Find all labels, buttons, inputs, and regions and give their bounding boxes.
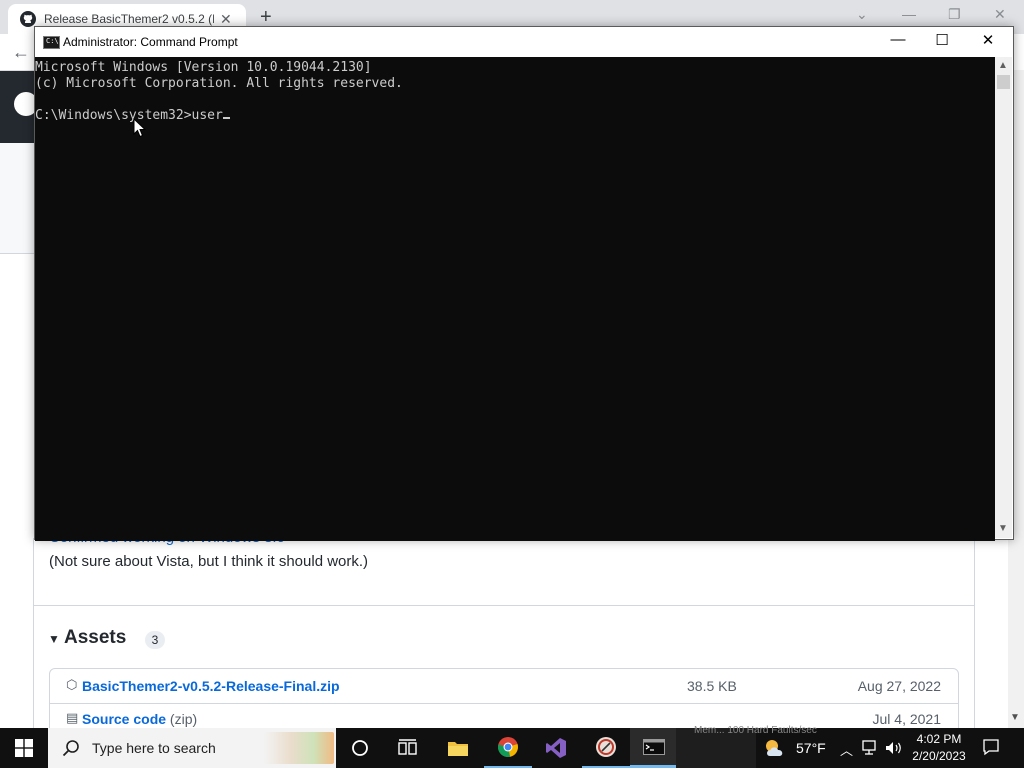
- page-scroll-down-icon[interactable]: ▼: [1010, 712, 1020, 723]
- console-output[interactable]: Microsoft Windows [Version 10.0.19044.21…: [35, 57, 995, 541]
- start-button[interactable]: [0, 728, 48, 768]
- file-explorer-button[interactable]: [434, 728, 482, 768]
- task-view-button[interactable]: [384, 728, 432, 768]
- task-view-icon: [398, 739, 417, 755]
- command-prompt-taskbar-button[interactable]: [630, 728, 678, 768]
- asset-row-divider: [49, 703, 958, 704]
- browser-close-button[interactable]: ✕: [994, 6, 1006, 23]
- text-cursor: [222, 117, 230, 119]
- clock-time: 4:02 PM: [916, 732, 962, 746]
- github-icon: [20, 11, 36, 27]
- command-prompt-window[interactable]: C:\ Administrator: Command Prompt — ☐ ✕ …: [34, 26, 1014, 541]
- cortana-button[interactable]: [336, 728, 384, 768]
- weather-widget[interactable]: 57°F: [762, 728, 826, 768]
- tab-title: Release BasicThemer2 v0.5.2 (Fin: [44, 12, 214, 26]
- assets-count-badge: 3: [145, 631, 165, 649]
- notification-icon[interactable]: [982, 738, 1000, 756]
- cmd-close-button[interactable]: ✕: [965, 31, 1011, 53]
- cmd-scroll-thumb[interactable]: [997, 75, 1010, 89]
- back-arrow-icon[interactable]: ←: [12, 42, 30, 63]
- taskbar-search-box[interactable]: Type here to search: [48, 728, 336, 768]
- clock-date: 2/20/2023: [912, 749, 966, 763]
- cmd-scrollbar[interactable]: [995, 57, 1012, 538]
- asset-link[interactable]: Source code (zip): [82, 711, 197, 727]
- vista-note: (Not sure about Vista, but I think it sh…: [49, 553, 369, 570]
- windows-logo-icon: [15, 739, 33, 757]
- cmd-maximize-button[interactable]: ☐: [919, 31, 965, 53]
- console-line: Microsoft Windows [Version 10.0.19044.21…: [35, 60, 372, 75]
- chrome-icon: [497, 737, 518, 758]
- partly-cloudy-icon: [766, 740, 783, 756]
- tab-close-icon[interactable]: ✕: [220, 11, 232, 28]
- console-line: (c) Microsoft Corporation. All rights re…: [35, 76, 403, 91]
- cortana-circle-icon: [352, 740, 368, 756]
- chevron-up-icon[interactable]: ︿: [840, 740, 853, 759]
- asset-date: Aug 27, 2022: [857, 678, 941, 694]
- search-highlight-illustration: [264, 732, 334, 764]
- weather-temperature: 57°F: [796, 740, 826, 756]
- asset-link[interactable]: BasicThemer2-v0.5.2-Release-Final.zip: [82, 678, 340, 694]
- mouse-pointer-icon: [133, 118, 147, 138]
- visual-studio-button[interactable]: [532, 728, 580, 768]
- taskbar: Type here to search Mem... 100 Hard Faul…: [0, 725, 1024, 768]
- console-prompt-line[interactable]: C:\Windows\system32>user: [35, 108, 995, 124]
- page-header-band: [0, 143, 34, 254]
- search-placeholder: Type here to search: [92, 740, 216, 756]
- package-icon: ⬡: [66, 677, 78, 692]
- search-icon: [62, 740, 79, 757]
- console-input[interactable]: C:\Windows\system32>user: [35, 108, 223, 123]
- assets-divider: [33, 605, 974, 606]
- triangle-down-icon[interactable]: ▼: [48, 632, 60, 646]
- scroll-down-icon[interactable]: ▼: [998, 523, 1008, 534]
- browser-restore-button[interactable]: ❐: [948, 6, 961, 23]
- app-circle-icon: [596, 737, 616, 757]
- asset-size: 38.5 KB: [687, 678, 737, 694]
- assets-heading[interactable]: Assets: [64, 627, 126, 649]
- browser-minimize-button[interactable]: —: [902, 6, 916, 22]
- visual-studio-icon: [546, 738, 566, 758]
- asset-date: Jul 4, 2021: [872, 711, 942, 727]
- chrome-taskbar-button[interactable]: [484, 728, 532, 768]
- cmd-window-title: Administrator: Command Prompt: [63, 35, 238, 49]
- cmd-minimize-button[interactable]: —: [875, 31, 921, 53]
- volume-icon[interactable]: [884, 740, 904, 756]
- terminal-icon: [643, 738, 665, 755]
- file-zip-icon: ▤: [66, 710, 79, 725]
- app-taskbar-button[interactable]: [582, 728, 630, 768]
- cmd-title-bar[interactable]: C:\ Administrator: Command Prompt — ☐ ✕: [35, 27, 1013, 57]
- network-icon[interactable]: [862, 740, 880, 756]
- cmd-app-icon[interactable]: C:\: [43, 36, 60, 49]
- tab-search-icon[interactable]: ⌄: [856, 6, 868, 23]
- folder-icon: [448, 742, 468, 756]
- taskbar-clock[interactable]: 4:02 PM 2/20/2023: [908, 731, 970, 765]
- scroll-up-icon[interactable]: ▲: [998, 60, 1008, 71]
